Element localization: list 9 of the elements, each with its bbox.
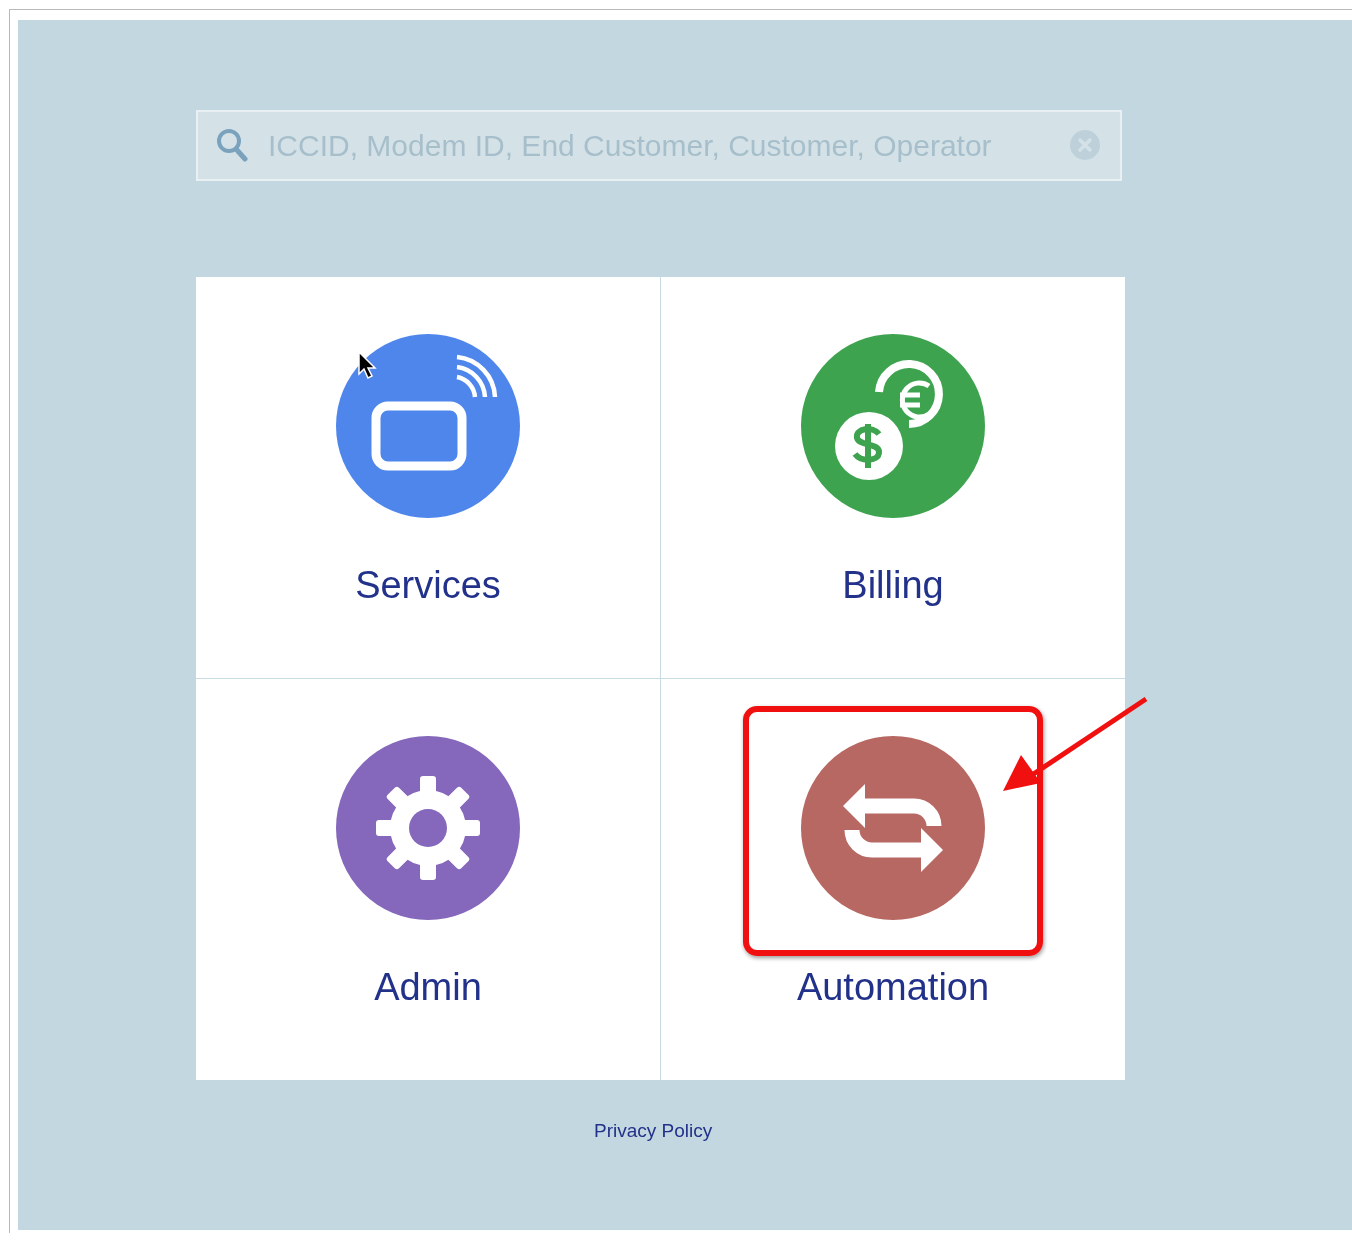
menu-tile[interactable]: Admin bbox=[196, 679, 660, 1080]
menu-tile[interactable]: Billing bbox=[661, 277, 1125, 678]
menu-tile[interactable]: Automation bbox=[661, 679, 1125, 1080]
tile-label: Automation bbox=[796, 965, 990, 1010]
tile-label: Billing bbox=[842, 563, 944, 608]
tile-label: Services bbox=[355, 563, 501, 608]
menu-tile[interactable]: Services bbox=[196, 277, 660, 678]
privacy-policy-link[interactable]: Privacy Policy bbox=[594, 1120, 713, 1142]
tile-label: Admin bbox=[374, 965, 482, 1010]
